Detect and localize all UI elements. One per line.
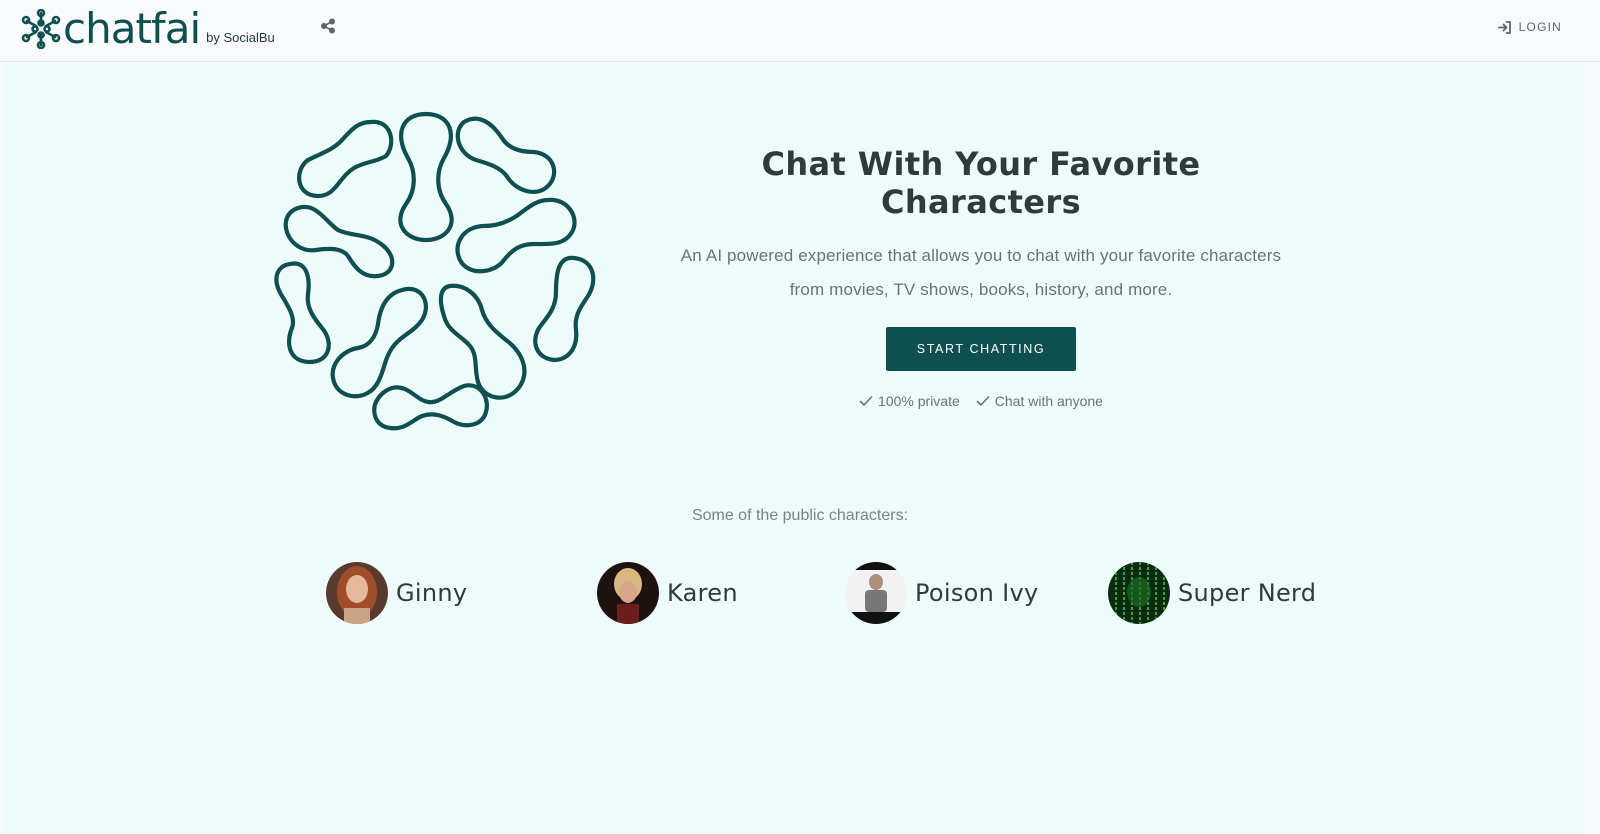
hero-subtitle-line-1: An AI powered experience that allows you…	[680, 246, 1282, 265]
brand-suffix: by SocialBu	[206, 30, 275, 45]
brand-logo[interactable]: chatfai by SocialBu	[21, 4, 275, 53]
hero-logo-mark-icon	[274, 111, 596, 431]
top-navbar: chatfai by SocialBu LOGIN	[0, 0, 1600, 62]
login-label: LOGIN	[1518, 20, 1562, 34]
character-card-ginny[interactable]: Ginny	[326, 562, 467, 624]
perk-label: 100% private	[878, 393, 960, 409]
character-name: Super Nerd	[1178, 579, 1317, 607]
character-name: Ginny	[396, 579, 468, 607]
hero-subtitle-line-2: from movies, TV shows, books, history, a…	[789, 280, 1173, 299]
character-card-super-nerd[interactable]: Super Nerd	[1108, 562, 1316, 624]
hero-subtitle: An AI powered experience that allows you…	[661, 239, 1301, 307]
character-card-poison-ivy[interactable]: Poison Ivy	[845, 562, 1038, 624]
perk-item: Chat with anyone	[976, 393, 1103, 409]
brand-name: chatfai	[63, 4, 201, 53]
character-name: Poison Ivy	[915, 579, 1039, 607]
avatar	[1108, 562, 1170, 624]
public-characters-label: Some of the public characters:	[691, 507, 909, 524]
perk-label: Chat with anyone	[994, 393, 1103, 409]
share-icon[interactable]	[320, 18, 336, 34]
public-characters-list: Ginny Karen Poison Ivy Super Nerd	[0, 562, 1600, 626]
hero-copy: Chat With Your Favorite Characters An AI…	[661, 145, 1301, 409]
perk-item: 100% private	[859, 393, 960, 409]
avatar	[845, 562, 907, 624]
character-card-karen[interactable]: Karen	[597, 562, 738, 624]
sign-in-icon	[1497, 20, 1511, 34]
check-icon	[859, 396, 873, 406]
avatar	[326, 562, 388, 624]
login-button[interactable]: LOGIN	[1497, 16, 1562, 38]
hero-title: Chat With Your Favorite Characters	[761, 145, 1201, 221]
check-icon	[976, 396, 990, 406]
character-name: Karen	[667, 579, 738, 607]
start-chatting-button[interactable]: START CHATTING	[886, 327, 1076, 371]
avatar	[597, 562, 659, 624]
perks-list: 100% private Chat with anyone	[661, 393, 1301, 409]
chatfai-logo-icon	[21, 9, 61, 49]
